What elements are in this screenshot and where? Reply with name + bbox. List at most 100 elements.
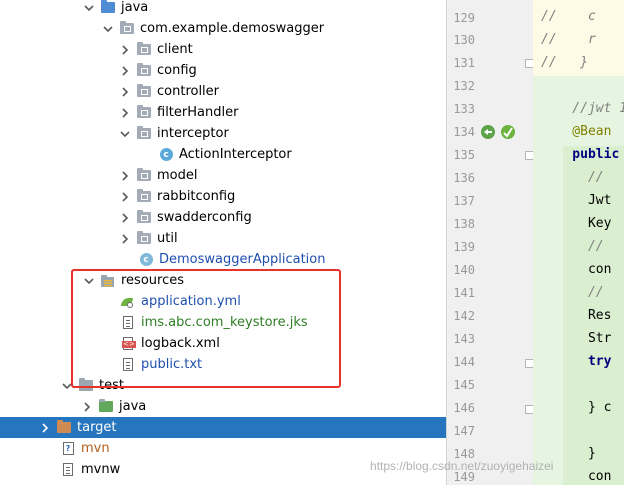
watermark: https://blog.csdn.net/zuoyigehaizei (370, 459, 554, 473)
package-icon (136, 210, 152, 226)
line-number: 132 (453, 79, 475, 93)
chevron-down-icon[interactable] (82, 0, 96, 18)
line-number: 136 (453, 171, 475, 185)
chevron-right-icon[interactable] (118, 228, 132, 249)
line-number: 139 (453, 240, 475, 254)
code-line: Jwt (541, 193, 612, 208)
line-number: 137 (453, 194, 475, 208)
tree-item-label: filterHandler (157, 105, 239, 120)
package-icon (119, 21, 135, 37)
package-icon (136, 189, 152, 205)
code-line: try (541, 354, 612, 369)
tree-item-label: ActionInterceptor (179, 147, 292, 162)
code-line: // r (541, 32, 596, 47)
package-icon (136, 168, 152, 184)
code-line: // (541, 170, 604, 185)
chevron-right-icon[interactable] (118, 207, 132, 228)
code-line: public (541, 147, 620, 162)
unknown-file-icon: ? (60, 441, 76, 457)
tree-item-model[interactable]: model (0, 165, 446, 186)
package-icon (136, 84, 152, 100)
code-line: // } (541, 55, 588, 70)
spring-class-icon: c (138, 252, 154, 268)
chevron-right-icon[interactable] (118, 39, 132, 60)
tree-item-demoswaggerapplication[interactable]: c DemoswaggerApplication (0, 249, 446, 270)
line-number: 144 (453, 355, 475, 369)
line-number: 141 (453, 286, 475, 300)
tree-item-label: rabbitconfig (157, 189, 236, 204)
line-number: 135 (453, 148, 475, 162)
folder-icon (56, 420, 72, 436)
package-icon (136, 105, 152, 121)
line-number: 129 (453, 11, 475, 25)
chevron-right-icon[interactable] (118, 60, 132, 81)
test-folder-icon (98, 399, 114, 415)
tree-item-swadderconfig[interactable]: swadderconfig (0, 207, 446, 228)
line-number: 143 (453, 332, 475, 346)
tree-item-config[interactable]: config (0, 60, 446, 81)
package-icon (136, 126, 152, 142)
line-number: 146 (453, 401, 475, 415)
chevron-right-icon[interactable] (118, 186, 132, 207)
tree-item-label: client (157, 42, 193, 57)
code-line: // c (541, 9, 596, 24)
tree-item-test-java[interactable]: java (0, 396, 446, 417)
package-icon (136, 63, 152, 79)
code-line: Str (541, 331, 612, 346)
tree-item-label: mvn (81, 441, 110, 456)
package-icon (136, 231, 152, 247)
resources-highlight-box (71, 269, 341, 388)
tree-item-package[interactable]: com.example.demoswagger (0, 18, 446, 39)
tree-item-actioninterceptor[interactable]: c ActionInterceptor (0, 144, 446, 165)
code-line: } c (541, 400, 612, 415)
bean-navigation-icon[interactable] (480, 124, 496, 140)
class-icon: c (158, 147, 174, 163)
file-icon (60, 462, 76, 478)
chevron-right-icon[interactable] (38, 417, 52, 438)
tree-item-java[interactable]: java (0, 0, 446, 18)
package-icon (136, 42, 152, 58)
tree-item-label: util (157, 231, 178, 246)
chevron-right-icon[interactable] (118, 165, 132, 186)
tree-item-label: DemoswaggerApplication (159, 252, 326, 267)
chevron-right-icon[interactable] (118, 102, 132, 123)
tree-item-label: java (121, 0, 149, 15)
folder-icon (100, 0, 116, 16)
chevron-right-icon[interactable] (80, 396, 94, 417)
code-line: //jwt 1 (541, 101, 624, 116)
tree-item-util[interactable]: util (0, 228, 446, 249)
code-line: con (541, 262, 612, 277)
tree-item-target[interactable]: target (0, 417, 446, 438)
tree-item-label: com.example.demoswagger (140, 21, 325, 36)
line-number: 140 (453, 263, 475, 277)
chevron-right-icon[interactable] (118, 81, 132, 102)
tree-item-filterhandler[interactable]: filterHandler (0, 102, 446, 123)
code-line: @Bean (541, 124, 612, 139)
tree-item-label: config (157, 63, 197, 78)
code-line: // (541, 285, 604, 300)
line-number: 134 (453, 125, 475, 139)
editor-gutter: 129 130 131 132 133 134 135 136 137 138 … (447, 0, 534, 485)
code-editor[interactable]: // c // r // } //jwt 1 @Bean public // J… (533, 0, 624, 485)
tree-item-label: target (77, 420, 117, 435)
line-number: 145 (453, 378, 475, 392)
chevron-down-icon[interactable] (118, 123, 132, 144)
code-line: Key (541, 216, 612, 231)
tree-item-controller[interactable]: controller (0, 81, 446, 102)
tree-item-label: swadderconfig (157, 210, 252, 225)
tree-item-label: java (119, 399, 147, 414)
tree-item-label: mvnw (81, 462, 121, 477)
tree-item-rabbitconfig[interactable]: rabbitconfig (0, 186, 446, 207)
line-number: 130 (453, 33, 475, 47)
code-line: // (541, 239, 604, 254)
chevron-down-icon[interactable] (101, 18, 115, 39)
project-tree: java com.example.demoswagger client conf… (0, 0, 446, 485)
code-line: Res (541, 308, 612, 323)
spring-bean-icon[interactable] (500, 124, 516, 140)
tree-item-mvn[interactable]: ? mvn (0, 438, 446, 459)
tree-item-client[interactable]: client (0, 39, 446, 60)
tree-item-interceptor[interactable]: interceptor (0, 123, 446, 144)
line-number: 142 (453, 309, 475, 323)
tree-item-label: interceptor (157, 126, 229, 141)
tree-item-label: model (157, 168, 198, 183)
